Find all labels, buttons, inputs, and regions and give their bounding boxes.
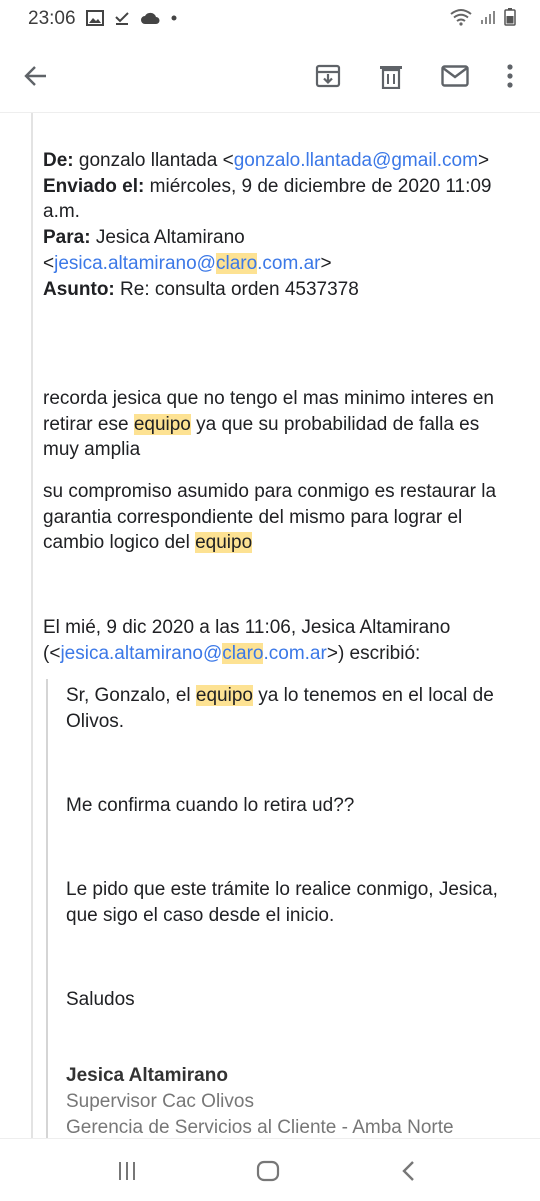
archive-button[interactable] xyxy=(308,56,348,96)
dot-icon xyxy=(171,15,177,21)
search-highlight: equipo xyxy=(195,532,253,554)
wifi-icon xyxy=(450,9,472,26)
to-row: Para: Jesica Altamirano <jesica.altamira… xyxy=(43,225,513,276)
download-done-icon xyxy=(115,12,129,25)
back-button[interactable] xyxy=(16,56,56,96)
delete-button[interactable] xyxy=(371,56,411,96)
recents-button[interactable] xyxy=(107,1157,147,1185)
quote-email-link[interactable]: jesica.altamirano@claro.com.ar xyxy=(60,642,327,664)
quoted-paragraph: Saludos xyxy=(66,989,135,1010)
paragraph-2: su compromiso asumido para conmigo es re… xyxy=(43,479,513,556)
sent-row: Enviado el: miércoles, 9 de diciembre de… xyxy=(43,174,513,225)
quote-intro: El mié, 9 dic 2020 a las 11:06, Jesica A… xyxy=(43,615,513,666)
clock: 23:06 xyxy=(28,8,76,29)
system-icons xyxy=(450,8,516,26)
home-button[interactable] xyxy=(248,1157,288,1185)
quoted-paragraph: Me confirma cuando lo retira ud?? xyxy=(66,795,355,816)
from-row: De: gonzalo llantada <gonzalo.llantada@g… xyxy=(43,148,513,174)
quoted-paragraph: Sr, Gonzalo, el equipo ya lo tenemos en … xyxy=(66,683,518,734)
lt: < xyxy=(222,150,234,171)
trash-icon xyxy=(380,66,402,89)
search-highlight: claro xyxy=(215,252,258,274)
signature-department: Gerencia de Servicios al Cliente - Amba … xyxy=(66,1117,454,1138)
status-bar: 23:06 xyxy=(0,0,540,38)
signature-title: Supervisor Cac Olivos xyxy=(66,1091,254,1112)
subject-value: Re: consulta orden 4537378 xyxy=(120,278,359,300)
search-highlight: claro xyxy=(222,642,264,664)
signal-icon xyxy=(481,11,495,24)
arrow-left-icon xyxy=(24,66,46,86)
quoted-message: Sr, Gonzalo, el equipo ya lo tenemos en … xyxy=(46,679,536,1138)
to-name: Jesica Altamirano xyxy=(95,227,245,249)
image-icon xyxy=(86,10,104,26)
subject-row: Asunto: Re: consulta orden 4537378 xyxy=(43,277,513,303)
subject-label: Asunto: xyxy=(43,278,115,300)
system-navigation-bar xyxy=(0,1138,540,1201)
text: >) escribió: xyxy=(326,642,421,664)
text: su compromiso asumido para conmigo es re… xyxy=(43,481,497,554)
text: Sr, Gonzalo, el xyxy=(66,685,196,706)
notification-icons xyxy=(86,10,178,26)
battery-icon xyxy=(504,8,516,26)
forwarded-header: De: gonzalo llantada <gonzalo.llantada@g… xyxy=(43,148,513,302)
from-name: gonzalo llantada xyxy=(78,150,218,171)
link-part: .com.ar xyxy=(263,642,327,664)
to-email-link[interactable]: <jesica.altamirano@claro.com.ar> xyxy=(43,252,332,274)
quoted-paragraph: Le pido que este trámite lo realice conm… xyxy=(66,879,498,926)
message-toolbar xyxy=(0,38,540,113)
message-body: De: gonzalo llantada <gonzalo.llantada@g… xyxy=(0,113,540,1138)
mail-icon xyxy=(441,65,469,87)
to-email-part: .com.ar xyxy=(257,252,321,274)
quote-divider xyxy=(31,113,33,1138)
more-vert-icon xyxy=(507,64,513,88)
link-part: jesica.altamirano@ xyxy=(60,642,223,664)
from-label: De: xyxy=(43,150,74,171)
archive-icon xyxy=(315,64,341,88)
gt: > xyxy=(477,150,490,171)
to-email-part: jesica.altamirano@ xyxy=(54,252,216,274)
from-email-link[interactable]: gonzalo.llantada@gmail.com xyxy=(234,150,478,171)
more-options-button[interactable] xyxy=(490,56,530,96)
to-label: Para: xyxy=(43,227,91,249)
mark-unread-button[interactable] xyxy=(435,56,475,96)
signature-name: Jesica Altamirano xyxy=(66,1065,228,1086)
search-highlight: equipo xyxy=(133,413,191,435)
home-icon xyxy=(256,1160,280,1182)
cloud-icon xyxy=(141,12,160,24)
paragraph-1: recorda jesica que no tengo el mas minim… xyxy=(43,386,513,463)
nav-back-button[interactable] xyxy=(389,1157,429,1185)
sent-label: Enviado el: xyxy=(43,175,145,197)
search-highlight: equipo xyxy=(195,685,253,706)
recents-icon xyxy=(119,1162,135,1180)
nav-back-icon xyxy=(402,1161,414,1181)
